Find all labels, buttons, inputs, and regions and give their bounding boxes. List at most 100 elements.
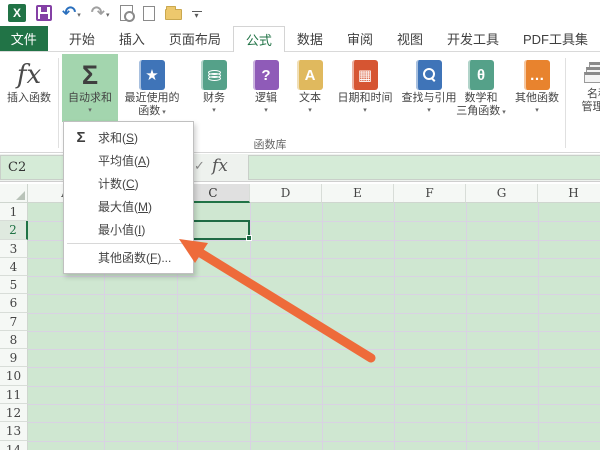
book-dots-icon: … [524,60,550,90]
save-icon[interactable] [36,5,52,21]
column-header-E[interactable]: E [322,184,394,203]
row-header-5[interactable]: 5 [0,276,28,294]
name-manager-label-line2: 管理器 [582,101,600,114]
row-header-1[interactable]: 1 [0,203,28,221]
row-header-3[interactable]: 3 [0,240,28,258]
gridline [28,386,600,387]
menu-item-more-functions[interactable]: 其他函数(F)... [64,246,193,269]
book-letter-a-icon: A [297,60,323,90]
row-header-7[interactable]: 7 [0,313,28,331]
redo-button[interactable]: ↷ ▾ [91,5,110,21]
tab-developer[interactable]: 开发工具 [435,26,511,51]
column-header-G[interactable]: G [466,184,538,203]
tab-home[interactable]: 开始 [57,26,107,51]
column-header-H[interactable]: H [538,184,600,203]
name-manager-icon [584,60,600,86]
sigma-icon: Σ [64,129,98,146]
gridline [28,294,600,295]
tab-review[interactable]: 审阅 [335,26,385,51]
autosum-button[interactable]: Σ自动求和▾ [62,54,118,122]
math-trig-button[interactable]: θ数学和三角函数 ▾ [452,54,510,122]
fill-handle[interactable] [246,235,252,241]
undo-dropdown-icon[interactable]: ▾ [77,11,81,21]
book-star-icon: ★ [139,60,165,90]
menu-item-count[interactable]: 计数(C) [64,172,193,195]
formula-input[interactable] [248,155,600,180]
date-time-button[interactable]: ▦日期和时间▾ [332,54,398,122]
financial-button[interactable]: 财务▾ [188,54,240,122]
row-header-8[interactable]: 8 [0,331,28,349]
quick-access-toolbar: X ↶ ▾ ↷ ▾ ▾ [0,0,600,26]
logical-button-label: 逻辑 [255,92,277,105]
menu-item-average-label: 平均值(A) [64,152,150,169]
menu-separator [67,243,190,244]
group-label-function-library: 函数库 [200,136,340,152]
gridline [28,349,600,350]
gridline [28,367,600,368]
menu-item-min[interactable]: 最小值(I) [64,218,193,241]
tab-data[interactable]: 数据 [285,26,335,51]
excel-logo-icon: X [8,4,26,22]
menu-item-sum-label: 求和(S) [98,129,138,146]
row-header-10[interactable]: 10 [0,367,28,386]
name-manager-button[interactable]: 名称 管理器 [568,54,600,122]
row-header-2[interactable]: 2 [0,221,28,240]
gridline [28,331,600,332]
financial-button-label: 财务 [203,92,225,105]
sigma-icon: Σ [82,60,98,90]
gridline [28,441,600,442]
row-header-4[interactable]: 4 [0,258,28,276]
gridline [28,404,600,405]
redo-icon: ↷ [91,5,105,21]
print-preview-icon[interactable] [120,5,133,21]
redo-dropdown-icon[interactable]: ▾ [106,11,110,21]
text-button[interactable]: A文本▾ [288,54,332,122]
column-header-D[interactable]: D [250,184,322,203]
book-calendar-icon: ▦ [352,60,378,90]
insert-function-button[interactable]: fx 插入函数 [2,54,56,122]
tab-formulas[interactable]: 公式 [233,26,285,52]
undo-button[interactable]: ↶ ▾ [62,5,81,21]
row-header-13[interactable]: 13 [0,422,28,441]
tab-file[interactable]: 文件 [0,26,48,51]
math-trig-button-label: 数学和三角函数 ▾ [456,92,505,118]
insert-function-fx-icon[interactable]: fx [212,156,228,176]
menu-item-more-functions-label: 其他函数(F)... [64,249,171,266]
fx-icon: fx [17,60,41,90]
date-time-button-label: 日期和时间 [338,92,393,105]
column-header-F[interactable]: F [394,184,466,203]
select-all-corner[interactable] [0,184,28,203]
menu-item-min-label: 最小值(I) [64,221,145,238]
enter-check-icon[interactable]: ✓ [194,158,205,174]
row-header-6[interactable]: 6 [0,294,28,313]
row-header-9[interactable]: 9 [0,349,28,367]
tab-pdf-tools[interactable]: PDF工具集 [511,26,600,51]
book-theta-icon: θ [468,60,494,90]
menu-item-max-label: 最大值(M) [64,198,152,215]
open-folder-icon[interactable] [165,9,182,20]
customize-toolbar-icon[interactable]: ▾ [192,11,202,20]
book-question-icon: ? [253,60,279,90]
book-coins-icon [201,60,227,90]
logical-button[interactable]: ?逻辑▾ [244,54,288,122]
gridline [28,313,600,314]
row-header-11[interactable]: 11 [0,386,28,404]
autosum-button-label: 自动求和 [68,92,112,105]
recently-used-functions-button-label: 最近使用的函数 ▾ [125,92,180,118]
ribbon-tab-bar: 文件 开始 插入 页面布局 公式 数据 审阅 视图 开发工具 PDF工具集 [0,26,600,52]
tab-insert[interactable]: 插入 [107,26,157,51]
more-functions-button[interactable]: …其他函数▾ [510,54,564,122]
menu-item-average[interactable]: 平均值(A) [64,149,193,172]
insert-function-label: 插入函数 [7,92,51,105]
lookup-reference-button[interactable]: 查找与引用▾ [398,54,460,122]
row-header-12[interactable]: 12 [0,404,28,422]
new-document-icon[interactable] [143,6,155,21]
menu-item-max[interactable]: 最大值(M) [64,195,193,218]
excel-window: X ↶ ▾ ↷ ▾ ▾ 文件 开始 插入 页面布局 公式 数据 审阅 视图 开发… [0,0,600,450]
ribbon-divider [58,58,59,148]
tab-page-layout[interactable]: 页面布局 [157,26,233,51]
menu-item-sum[interactable]: Σ求和(S) [64,126,193,149]
row-header-14[interactable]: 14 [0,441,28,450]
recently-used-functions-button[interactable]: ★最近使用的函数 ▾ [120,54,184,122]
tab-view[interactable]: 视图 [385,26,435,51]
